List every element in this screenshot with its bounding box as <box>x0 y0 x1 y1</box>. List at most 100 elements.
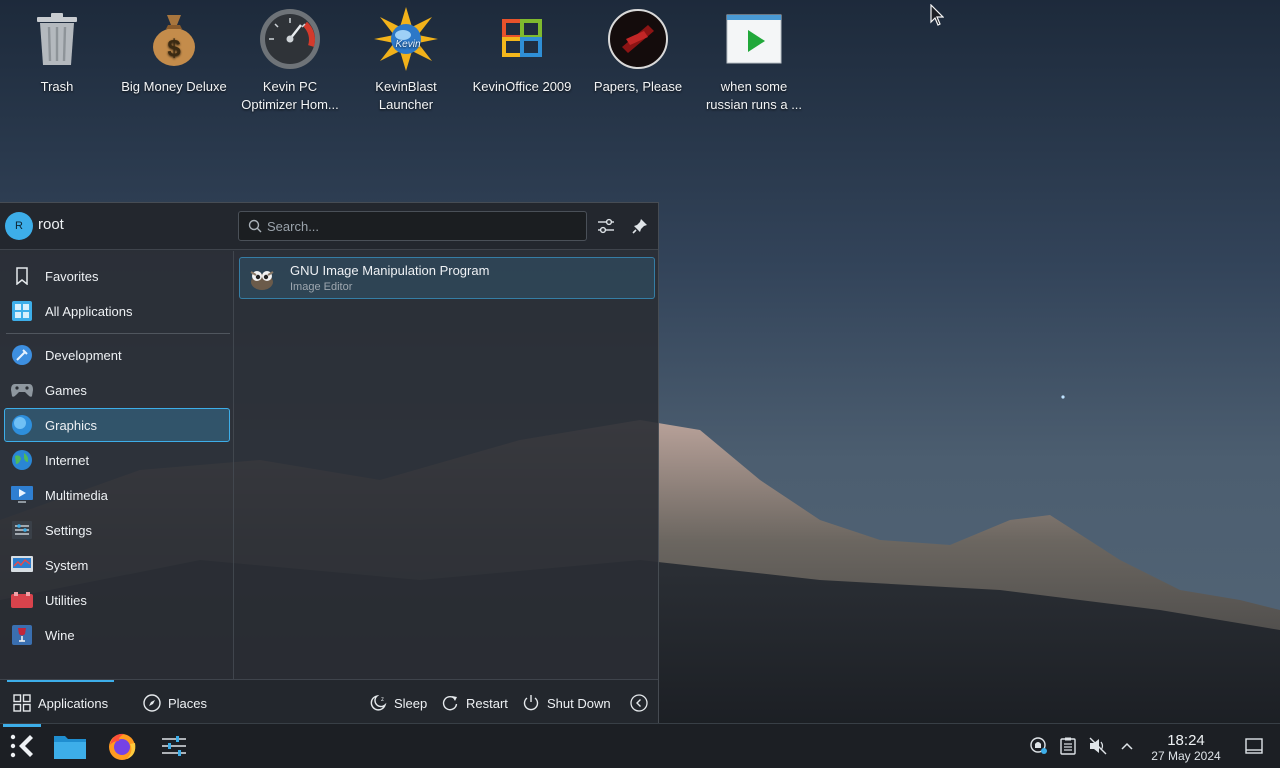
sidebar-item-utilities[interactable]: Utilities <box>4 583 230 617</box>
sidebar-divider <box>6 333 230 334</box>
desktop-icon-label: KevinOffice 2009 <box>472 79 572 94</box>
application-results-list: GNU Image Manipulation Program Image Edi… <box>236 251 656 679</box>
restart-button[interactable]: Restart <box>440 692 508 714</box>
sidebar-item-development[interactable]: Development <box>4 338 230 372</box>
application-launcher-button[interactable] <box>3 728 41 766</box>
chevron-up-icon <box>1119 738 1135 757</box>
folder-icon <box>54 733 86 762</box>
sidebar-item-all-applications[interactable]: All Applications <box>4 294 230 328</box>
desktop-icon-big-money-deluxe[interactable]: $ Big Money Deluxe <box>118 6 230 96</box>
sliders-icon <box>161 734 187 761</box>
globe-icon <box>11 449 33 471</box>
search-input[interactable] <box>267 216 577 236</box>
wine-icon <box>11 624 33 646</box>
clipboard-icon <box>1060 737 1076 758</box>
applications-grid-icon <box>12 693 32 713</box>
pin-button[interactable] <box>629 215 651 237</box>
sidebar-item-label: Development <box>45 347 122 363</box>
desktop-icon-papers-please[interactable]: Papers, Please <box>582 6 694 96</box>
chevron-left-icon <box>629 693 649 713</box>
desktop-icon-trash[interactable]: Trash <box>1 6 113 96</box>
sleep-label: Sleep <box>394 695 428 711</box>
more-power-options-button[interactable] <box>629 692 655 714</box>
application-launcher-menu: R root Favorites All Applications Develo… <box>0 202 659 724</box>
tab-applications[interactable]: Applications <box>12 692 108 714</box>
list-item[interactable]: GNU Image Manipulation Program Image Edi… <box>239 257 655 299</box>
sliders-icon <box>598 218 614 234</box>
sidebar-item-graphics[interactable]: Graphics <box>4 408 230 442</box>
category-sidebar: Favorites All Applications Development G… <box>0 251 234 679</box>
sidebar-item-system[interactable]: System <box>4 548 230 582</box>
sidebar-item-label: Graphics <box>45 417 98 433</box>
sidebar-item-label: Games <box>45 382 87 398</box>
gamepad-icon <box>11 379 33 401</box>
utilities-icon <box>11 589 33 611</box>
launcher-header: R root <box>0 203 658 250</box>
desktop-icon-label: KevinBlast Launcher <box>375 79 437 112</box>
shutdown-label: Shut Down <box>547 695 611 711</box>
restart-icon <box>440 693 460 713</box>
desktop-icon-label: when some russian runs a ... <box>705 79 803 112</box>
volume-muted-icon <box>1089 737 1107 758</box>
sidebar-item-label: Utilities <box>45 592 87 608</box>
show-desktop-button[interactable] <box>1244 737 1264 757</box>
tray-expand-button[interactable] <box>1117 737 1137 757</box>
sidebar-item-multimedia[interactable]: Multimedia <box>4 478 230 512</box>
desktop-icon-kevin-pc-optimizer[interactable]: Kevin PC Optimizer Hom... <box>234 6 346 114</box>
tab-places[interactable]: Places <box>142 692 207 714</box>
kevinblast-logo-icon: Kevin <box>374 6 438 72</box>
launcher-active-indicator <box>3 724 41 727</box>
sleep-icon: z <box>368 693 388 713</box>
bookmark-icon <box>11 265 33 287</box>
clock-date: 27 May 2024 <box>1151 749 1221 763</box>
shutdown-button[interactable]: Shut Down <box>521 692 611 714</box>
tray-volume-button[interactable] <box>1088 737 1108 757</box>
taskbar-files-button[interactable] <box>51 728 89 766</box>
user-name: root <box>38 216 64 233</box>
sleep-button[interactable]: z Sleep <box>368 692 427 714</box>
desktop-icon-label: Trash <box>40 79 74 94</box>
desktop-icon-label: Big Money Deluxe <box>121 79 227 94</box>
sidebar-item-favorites[interactable]: Favorites <box>4 259 230 293</box>
search-box[interactable] <box>238 211 587 241</box>
taskbar-settings-button[interactable] <box>155 728 193 766</box>
compass-icon <box>142 693 162 713</box>
tab-label: Places <box>168 695 208 711</box>
taskbar-firefox-button[interactable] <box>103 728 141 766</box>
sidebar-item-games[interactable]: Games <box>4 373 230 407</box>
launcher-footer: Applications Places z Sleep Restart Shut… <box>0 679 658 724</box>
trash-icon <box>25 6 89 72</box>
search-icon <box>248 219 262 233</box>
money-bag-icon: $ <box>142 6 206 72</box>
mouse-cursor-icon <box>930 4 944 26</box>
sidebar-item-label: All Applications <box>45 303 133 319</box>
firefox-icon <box>107 731 137 764</box>
development-icon <box>11 344 33 366</box>
desktop-icon-kevinoffice-2009[interactable]: KevinOffice 2009 <box>466 6 578 96</box>
desktop-icon-video[interactable]: when some russian runs a ... <box>698 6 810 114</box>
show-desktop-icon <box>1245 737 1263 757</box>
sidebar-item-wine[interactable]: Wine <box>4 618 230 652</box>
papers-please-icon <box>606 6 670 72</box>
sidebar-item-label: Multimedia <box>45 487 108 503</box>
tray-network-button[interactable] <box>1029 736 1049 757</box>
sidebar-item-label: Internet <box>45 452 90 468</box>
grid-apps-icon <box>11 300 33 322</box>
sidebar-item-label: System <box>45 557 89 573</box>
desktop-icon-label: Papers, Please <box>593 79 683 94</box>
result-subtitle: Image Editor <box>290 281 353 293</box>
restart-label: Restart <box>466 695 508 711</box>
configure-button[interactable] <box>595 215 617 237</box>
sidebar-item-internet[interactable]: Internet <box>4 443 230 477</box>
multimedia-icon <box>11 484 33 506</box>
desktop-icon-kevinblast-launcher[interactable]: Kevin KevinBlast Launcher <box>350 6 462 114</box>
sidebar-item-settings[interactable]: Settings <box>4 513 230 547</box>
pin-icon <box>632 219 647 234</box>
system-icon <box>11 554 33 576</box>
avatar[interactable]: R <box>5 212 33 240</box>
sidebar-item-label: Wine <box>45 627 75 643</box>
tab-label: Applications <box>38 695 109 711</box>
tray-clipboard-button[interactable] <box>1058 737 1078 757</box>
desktop-icon-label: Kevin PC Optimizer Hom... <box>241 79 339 112</box>
sidebar-item-label: Favorites <box>45 268 99 284</box>
